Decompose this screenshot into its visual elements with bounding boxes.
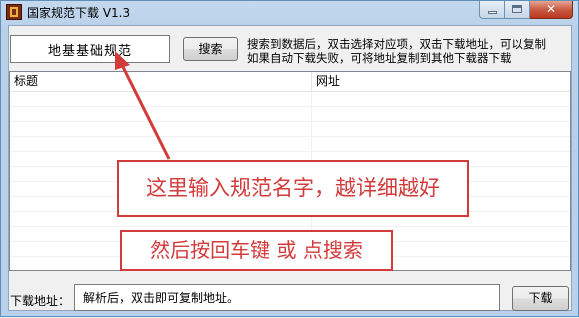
window-title: 国家规范下载 V1.3 [27,6,131,20]
app-book-icon [6,4,22,20]
download-address-label: 下载地址： [10,294,71,308]
close-button[interactable]: ✕ [530,1,573,19]
maximize-button[interactable] [505,1,530,19]
instruction-callout-press-search: 然后按回车键 或 点搜索 [120,230,393,271]
search-button[interactable]: 搜索 [183,37,238,61]
caption-buttons: ✕ [479,1,573,20]
close-icon: ✕ [545,2,557,16]
maximize-icon [512,5,522,13]
hint-line-2: 如果自动下载失败，可将地址复制到其他下载器下载 [247,51,512,65]
usage-hint: 搜索到数据后，双击选择对应项，双击下载地址，可以复制 如果自动下载失败，可将地址… [247,37,573,65]
download-button[interactable]: 下载 [512,286,569,311]
table-row[interactable] [10,92,570,107]
app-window: 国家规范下载 V1.3 ✕ 搜索 搜索到数据后，双击选择对应项，双击下载地址，可… [0,0,579,317]
table-row[interactable] [10,137,570,152]
column-header-url[interactable]: 网址 [312,72,570,91]
download-address-field[interactable] [74,284,500,311]
search-input[interactable] [10,35,170,63]
column-header-title[interactable]: 标题 [10,72,312,91]
table-header: 标题 网址 [10,72,570,92]
title-bar[interactable]: 国家规范下载 V1.3 ✕ [1,1,578,23]
minimize-button[interactable] [479,1,505,19]
table-row[interactable] [10,122,570,137]
instruction-callout-enter-name: 这里输入规范名字，越详细越好 [117,160,469,217]
table-row[interactable] [10,107,570,122]
minimize-icon [488,11,497,14]
hint-line-1: 搜索到数据后，双击选择对应项，双击下载地址，可以复制 [247,37,546,51]
